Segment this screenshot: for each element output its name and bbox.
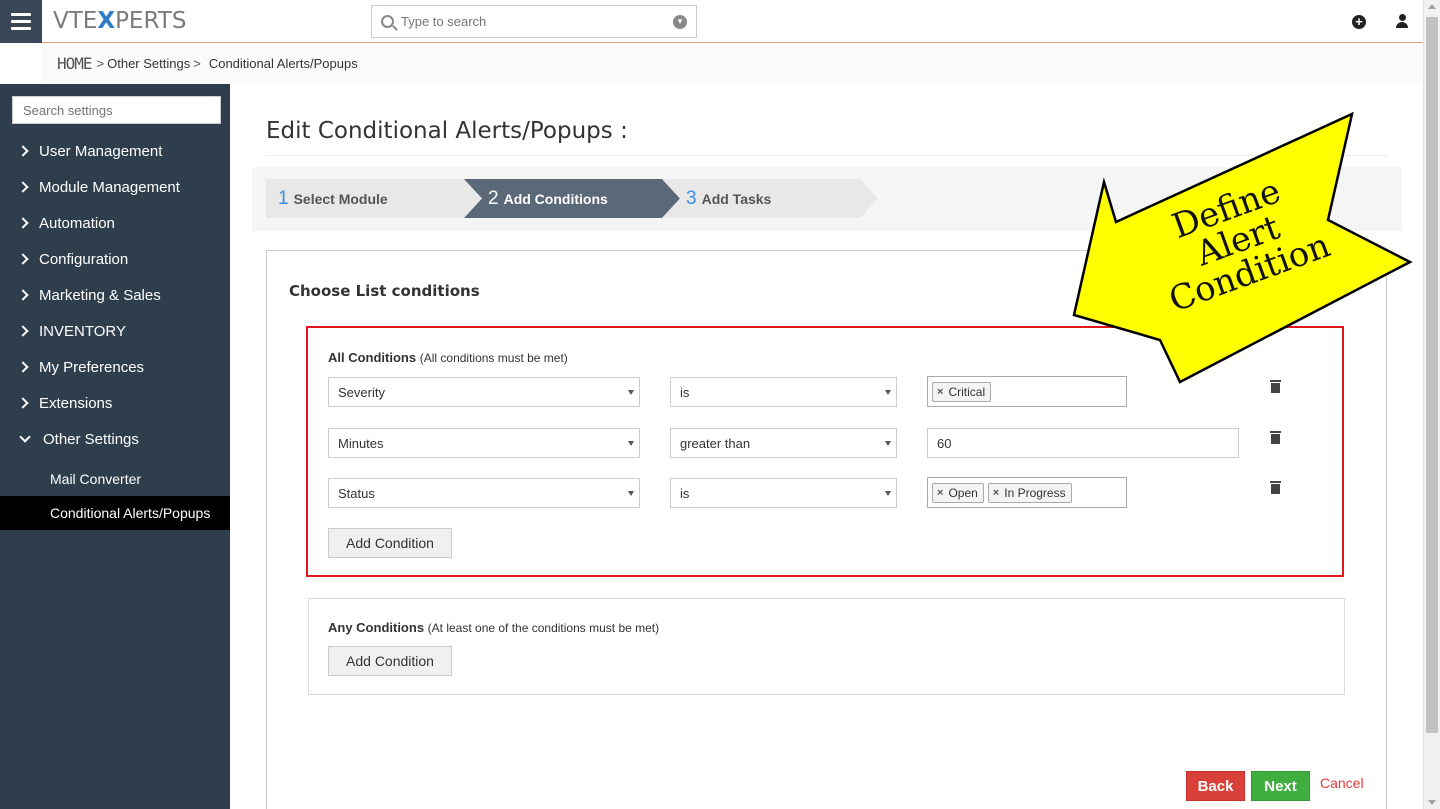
condition-operator-select[interactable]: greater than: [670, 428, 897, 458]
condition-value-input[interactable]: 60: [927, 428, 1239, 458]
any-conditions-heading: Any Conditions (At least one of the cond…: [328, 620, 660, 635]
hamburger-menu-icon[interactable]: [0, 0, 42, 43]
section-title: Choose List conditions: [289, 282, 480, 300]
chevron-right-icon: [17, 361, 29, 373]
sidebar-item-module-management[interactable]: Module Management: [0, 169, 230, 205]
scroll-down-arrow-icon[interactable]: [1428, 800, 1436, 805]
sidebar-item-automation[interactable]: Automation: [0, 205, 230, 241]
dropdown-caret-icon: [628, 441, 634, 446]
global-search[interactable]: ▾: [371, 5, 697, 38]
breadcrumb-separator: >: [193, 56, 201, 71]
scroll-up-arrow-icon[interactable]: [1428, 4, 1436, 9]
dropdown-caret-icon: [885, 441, 891, 446]
settings-sidebar: User Management Module Management Automa…: [0, 84, 230, 809]
any-conditions-box: [308, 598, 1345, 695]
settings-search-input[interactable]: [12, 96, 221, 124]
value-tag: × In Progress: [987, 482, 1072, 503]
sidebar-subitem-mail-converter[interactable]: Mail Converter: [0, 462, 230, 496]
condition-operator-select[interactable]: is: [670, 377, 897, 407]
remove-tag-icon[interactable]: ×: [937, 386, 943, 398]
logo[interactable]: VTEXPERTS: [53, 8, 186, 34]
sidebar-item-marketing-sales[interactable]: Marketing & Sales: [0, 277, 230, 313]
condition-value-multiselect[interactable]: × Open × In Progress: [927, 477, 1127, 508]
condition-field-select[interactable]: Severity: [328, 377, 640, 407]
sidebar-item-other-settings[interactable]: Other Settings: [0, 421, 230, 457]
condition-field-select[interactable]: Minutes: [328, 428, 640, 458]
search-icon: [381, 15, 394, 28]
chevron-right-icon: [17, 217, 29, 229]
all-conditions-heading: All Conditions (All conditions must be m…: [328, 350, 568, 365]
remove-tag-icon[interactable]: ×: [993, 487, 999, 499]
chevron-right-icon: [17, 253, 29, 265]
delete-condition-trash-icon[interactable]: [1270, 431, 1281, 446]
dropdown-caret-icon: [628, 491, 634, 496]
chevron-right-icon: [17, 397, 29, 409]
condition-field-select[interactable]: Status: [328, 478, 640, 508]
value-tag: × Open: [932, 482, 984, 503]
sidebar-item-extensions[interactable]: Extensions: [0, 385, 230, 421]
dropdown-caret-icon: [885, 390, 891, 395]
chevron-right-icon: [17, 181, 29, 193]
dropdown-caret-icon: [885, 491, 891, 496]
back-button[interactable]: Back: [1186, 771, 1245, 801]
breadcrumb-separator: >: [96, 56, 105, 71]
other-settings-submenu: Mail Converter Conditional Alerts/Popups: [0, 462, 230, 530]
chevron-down-icon[interactable]: ▾: [673, 14, 687, 29]
condition-operator-select[interactable]: is: [670, 478, 897, 508]
add-all-condition-button[interactable]: Add Condition: [328, 528, 452, 558]
sidebar-subitem-conditional-alerts[interactable]: Conditional Alerts/Popups: [0, 496, 230, 530]
quick-create-plus-icon[interactable]: +: [1352, 15, 1366, 29]
settings-nav: User Management Module Management Automa…: [0, 133, 230, 457]
user-profile-icon[interactable]: [1396, 14, 1408, 29]
chevron-right-icon: [17, 289, 29, 301]
delete-condition-trash-icon[interactable]: [1270, 481, 1281, 496]
sidebar-item-user-management[interactable]: User Management: [0, 133, 230, 169]
breadcrumb-item-other-settings[interactable]: Other Settings: [107, 56, 190, 71]
next-button[interactable]: Next: [1251, 771, 1310, 801]
step-add-tasks[interactable]: 3 Add Tasks: [662, 179, 892, 218]
sidebar-item-configuration[interactable]: Configuration: [0, 241, 230, 277]
cancel-link[interactable]: Cancel: [1320, 775, 1364, 791]
chevron-down-icon: [19, 430, 31, 443]
chevron-right-icon: [17, 325, 29, 337]
remove-tag-icon[interactable]: ×: [937, 487, 943, 499]
scrollbar-thumb[interactable]: [1426, 17, 1438, 733]
global-search-input[interactable]: [401, 14, 673, 29]
sidebar-item-my-preferences[interactable]: My Preferences: [0, 349, 230, 385]
breadcrumb-home[interactable]: HOME: [57, 54, 93, 73]
value-tag: × Critical: [932, 381, 992, 402]
sidebar-item-inventory[interactable]: INVENTORY: [0, 313, 230, 349]
breadcrumb: HOME > Other Settings > Conditional Aler…: [42, 43, 1423, 84]
step-select-module[interactable]: 1 Select Module: [266, 179, 496, 218]
top-navbar: VTEXPERTS ▾ +: [0, 0, 1423, 43]
add-any-condition-button[interactable]: Add Condition: [328, 646, 452, 676]
chevron-right-icon: [17, 145, 29, 157]
breadcrumb-item-current: Conditional Alerts/Popups: [208, 56, 358, 71]
page-title: Edit Conditional Alerts/Popups :: [266, 118, 628, 144]
page-scrollbar[interactable]: [1423, 0, 1440, 809]
dropdown-caret-icon: [628, 390, 634, 395]
step-add-conditions[interactable]: 2 Add Conditions: [464, 179, 694, 218]
